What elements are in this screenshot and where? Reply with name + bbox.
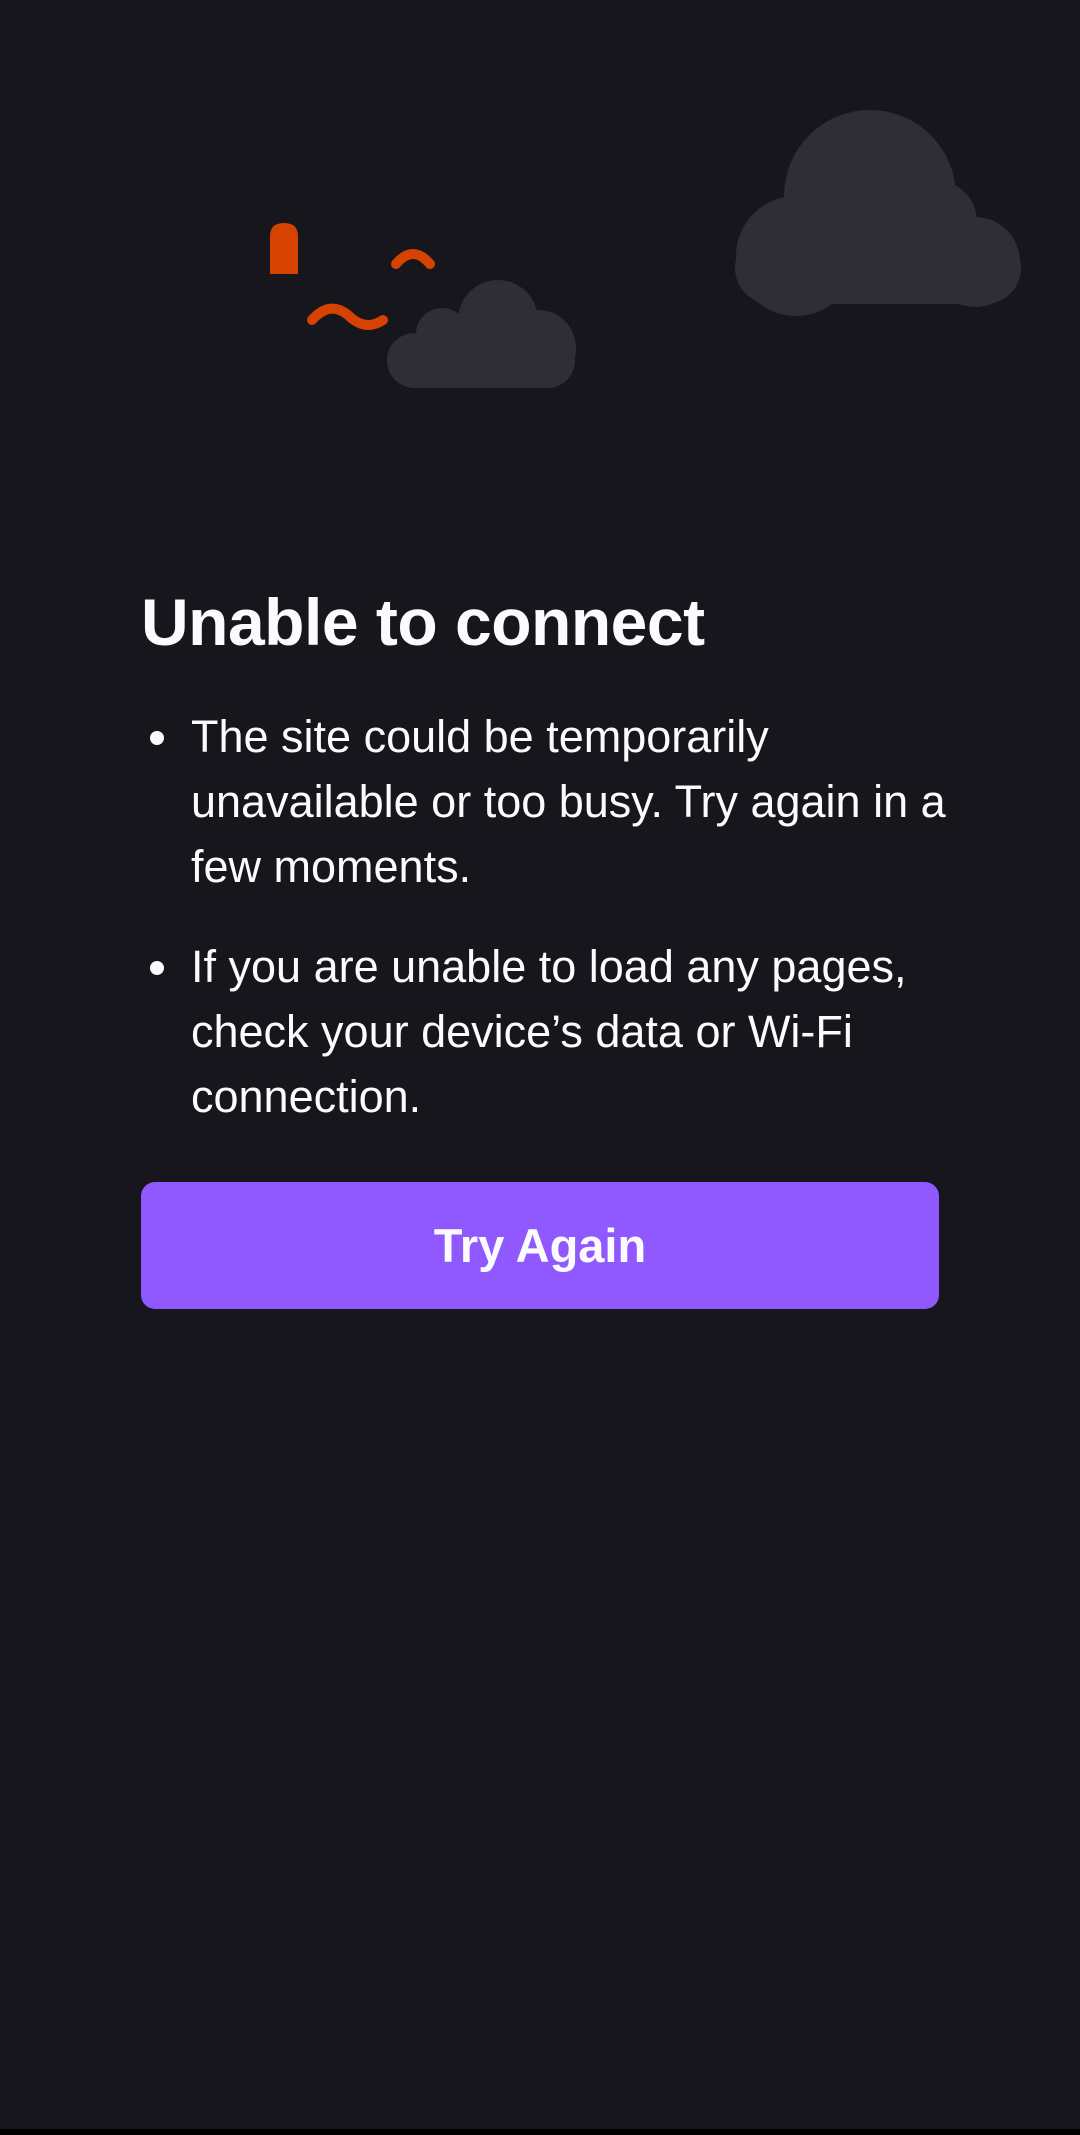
error-content: Unable to connect The site could be temp…	[141, 580, 946, 1164]
connection-error-illustration	[270, 110, 1021, 388]
cloud-icon	[387, 280, 576, 388]
page-title: Unable to connect	[141, 585, 705, 659]
error-bullets: The site could be temporarily unavailabl…	[141, 704, 946, 1129]
bullet-icon	[150, 731, 164, 745]
bottom-edge	[0, 2129, 1080, 2135]
bullet-text: If you are unable to load any pages, che…	[191, 941, 907, 1122]
try-again-button[interactable]: Try Again	[141, 1182, 939, 1309]
list-item: If you are unable to load any pages, che…	[141, 934, 951, 1129]
bullet-text: The site could be temporarily unavailabl…	[191, 711, 946, 892]
list-item: The site could be temporarily unavailabl…	[141, 704, 951, 899]
bullet-icon	[150, 961, 164, 975]
error-marks	[270, 223, 435, 330]
cloud-icon	[735, 110, 1021, 316]
